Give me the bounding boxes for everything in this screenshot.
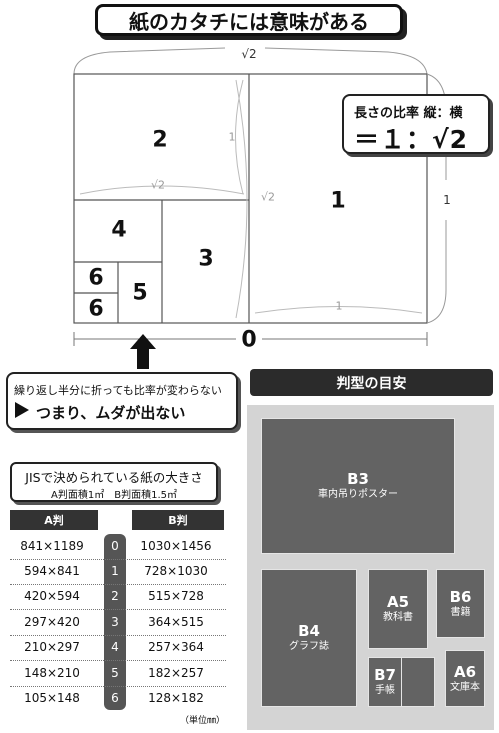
one-right-label: 1 — [443, 193, 451, 207]
size-num-2: 2 — [111, 589, 119, 603]
ratio-box: 長さの比率 縦：横 ＝１：√2 — [342, 94, 490, 154]
size-block-a5: A5 教科書 — [368, 569, 428, 649]
message-line1: 繰り返し半分に折っても比率が変わらない — [14, 384, 222, 397]
message-box: 繰り返し半分に折っても比率が変わらない つまり、ムダが出ない — [6, 372, 238, 430]
jis-subtitle: A判面積1㎡ B判面積1.5㎡ — [51, 490, 177, 501]
ratio-label: 長さの比率 縦：横 — [354, 106, 463, 121]
rect-label-6b: 6 — [88, 296, 104, 322]
sqrt2-top-label: √2 — [241, 47, 257, 61]
rect-label-4: 4 — [111, 217, 127, 243]
row-separator — [10, 584, 226, 585]
rect-label-2: 2 — [152, 127, 168, 153]
sqrt2-vert-label: √2 — [260, 190, 276, 204]
size-num-4: 4 — [111, 640, 119, 654]
rect-label-1: 1 — [330, 188, 346, 214]
row-separator — [10, 686, 226, 687]
one-inner-label: 1 — [228, 130, 236, 144]
b-size-5: 182×257 — [148, 666, 204, 680]
size-num-1: 1 — [111, 564, 119, 578]
b-size-4: 257×364 — [148, 640, 204, 654]
size-block-b7-half — [401, 657, 435, 707]
row-separator — [10, 609, 226, 610]
size-guide-title: 判型の目安 — [250, 369, 493, 396]
size-block-b4: B4 グラフ誌 — [261, 569, 357, 707]
message-line2: つまり、ムダが出ない — [36, 404, 186, 422]
rect-label-5: 5 — [132, 280, 148, 306]
rect-label-6a: 6 — [88, 265, 104, 291]
a-size-3: 297×420 — [24, 615, 80, 629]
size-num-0: 0 — [111, 539, 119, 553]
ratio-value: ＝１：√2 — [354, 125, 469, 154]
size-num-5: 5 — [111, 666, 119, 680]
size-num-6: 6 — [111, 691, 119, 705]
a-size-6: 105×148 — [24, 691, 80, 705]
a-size-5: 148×210 — [24, 666, 80, 680]
col-header-a: A判 — [10, 510, 98, 530]
b-size-6: 128×182 — [148, 691, 204, 705]
row-separator — [10, 660, 226, 661]
a-size-4: 210×297 — [24, 640, 80, 654]
play-triangle-icon — [15, 402, 29, 418]
size-block-b6: B6 書籍 — [436, 569, 485, 638]
a-size-0: 841×1189 — [20, 539, 84, 553]
a-size-2: 420×594 — [24, 589, 80, 603]
size-block-b3: B3 車内吊りポスター — [261, 418, 455, 554]
size-block-b7: B7 手帳 — [368, 657, 402, 707]
b-size-0: 1030×1456 — [140, 539, 212, 553]
size-num-3: 3 — [111, 615, 119, 629]
bottom-label-0: 0 — [241, 327, 257, 353]
jis-title-box: JISで決められている紙の大きさ A判面積1㎡ B判面積1.5㎡ — [10, 462, 218, 502]
col-header-b: B判 — [132, 510, 224, 530]
a-size-1: 594×841 — [24, 564, 80, 578]
rect-label-3: 3 — [198, 246, 214, 272]
sqrt2-mid-label: √2 — [150, 178, 166, 192]
row-separator — [10, 559, 226, 560]
row-separator — [10, 635, 226, 636]
b-size-3: 364×515 — [148, 615, 204, 629]
unit-note: （単位㎜） — [180, 716, 226, 726]
size-block-a6: A6 文庫本 — [445, 650, 485, 707]
b-size-2: 515×728 — [148, 589, 204, 603]
one-bottom-label: 1 — [335, 299, 343, 313]
b-size-1: 728×1030 — [144, 564, 208, 578]
jis-title: JISで決められている紙の大きさ — [25, 470, 203, 485]
